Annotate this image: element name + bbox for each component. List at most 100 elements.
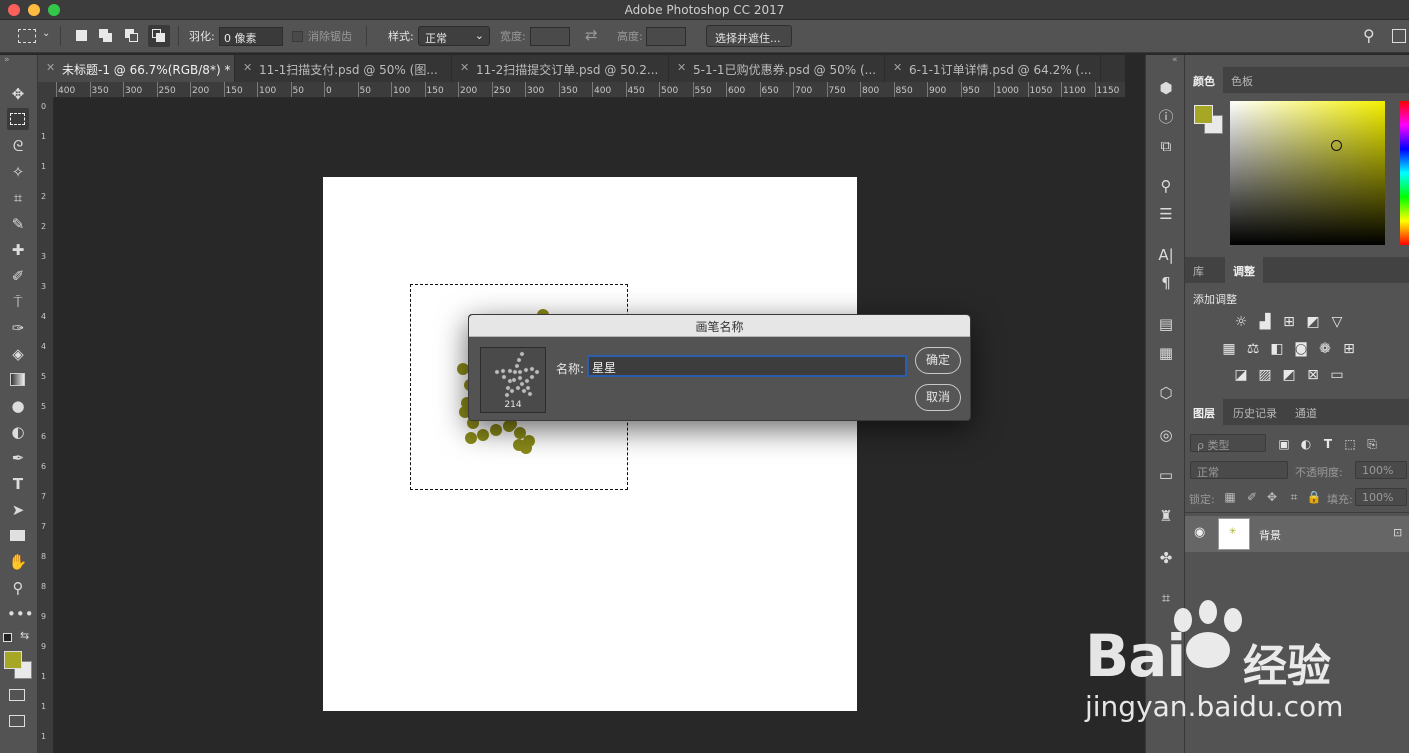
gradient-map-icon[interactable]: ⊠ (1304, 366, 1322, 384)
brightness-icon[interactable]: ☼ (1232, 313, 1250, 331)
filter-smart-icon[interactable]: ⎘ (1363, 435, 1381, 453)
tab-history[interactable]: 历史记录 (1225, 399, 1285, 425)
notes-icon[interactable]: ▦ (1154, 342, 1178, 364)
eraser-icon[interactable]: ◈ (7, 343, 29, 365)
vibrance-icon[interactable]: ▽ (1328, 313, 1346, 331)
filter-shape-icon[interactable]: ⬚ (1341, 435, 1359, 453)
lock-paint-icon[interactable]: ✐ (1243, 488, 1261, 506)
zoom-tool-icon[interactable]: ⚲ (7, 577, 29, 599)
folder-icon[interactable]: ▭ (1154, 464, 1178, 486)
tab-layers[interactable]: 图层 (1185, 399, 1223, 425)
document-tab[interactable]: ✕ 未标题-1 @ 66.7%(RGB/8*) * (38, 55, 235, 82)
collapse-panels-icon[interactable]: « (1172, 55, 1178, 65)
select-and-mask-button[interactable]: 选择并遮住... (706, 25, 792, 47)
path-selection-icon[interactable]: ➤ (7, 499, 29, 521)
hand-tool-icon[interactable]: ✋ (7, 551, 29, 573)
filter-type-icon[interactable]: T (1319, 435, 1337, 453)
collapse-icon[interactable]: » (4, 55, 10, 65)
lasso-tool-icon[interactable]: ᘓ (7, 135, 29, 157)
stamp-icon[interactable]: ♜ (1154, 505, 1178, 527)
document-tab[interactable]: ✕ 6-1-1订单详情.psd @ 64.2% (... (885, 55, 1101, 82)
marquee-preset-icon[interactable] (18, 29, 36, 43)
vertical-ruler[interactable]: 0 1 1 2 2 3 3 4 4 5 5 6 6 7 7 8 8 9 9 1 1 1 (38, 98, 54, 753)
black-white-icon[interactable]: ◧ (1268, 340, 1286, 358)
color-picker-field[interactable] (1230, 101, 1385, 245)
close-tab-icon[interactable]: ✕ (893, 61, 902, 74)
close-tab-icon[interactable]: ✕ (460, 61, 469, 74)
clone-stamp-icon[interactable]: ⍑ (7, 291, 29, 313)
blend-mode-select[interactable]: 正常 (1190, 461, 1288, 479)
ok-button[interactable]: 确定 (915, 347, 961, 374)
info-icon[interactable]: ⓘ (1154, 106, 1178, 128)
color-lookup-icon[interactable]: ⊞ (1340, 340, 1358, 358)
move-tool-icon[interactable]: ✥ (7, 83, 29, 105)
lock-pixels-icon[interactable]: ▦ (1221, 488, 1239, 506)
tab-adjustments[interactable]: 调整 (1225, 257, 1263, 283)
healing-brush-icon[interactable]: ✚ (7, 239, 29, 261)
properties-icon[interactable]: ☰ (1154, 203, 1178, 225)
add-to-selection-icon[interactable] (98, 28, 114, 44)
height-input[interactable] (646, 27, 686, 46)
navigator-icon[interactable]: ⧉ (1154, 135, 1178, 157)
lock-position-icon[interactable]: ✥ (1263, 488, 1281, 506)
channels-icon[interactable]: ◎ (1154, 424, 1178, 446)
layer-row[interactable]: ◉ ✳ 背景 ⊡ (1185, 516, 1409, 552)
history-icon[interactable]: ▤ (1154, 313, 1178, 335)
intersect-selection-icon[interactable] (148, 25, 170, 47)
cancel-button[interactable]: 取消 (915, 384, 961, 411)
posterize-icon[interactable]: ▨ (1256, 366, 1274, 384)
layer-filter-select[interactable]: ρ 类型 (1190, 434, 1266, 452)
puzzle-icon[interactable]: ✤ (1154, 547, 1178, 569)
selective-color-icon[interactable]: ▭ (1328, 366, 1346, 384)
blur-tool-icon[interactable]: ● (7, 395, 29, 417)
antialias-checkbox[interactable] (292, 31, 303, 42)
brush-tool-icon[interactable]: ✐ (7, 265, 29, 287)
crop-tool-icon[interactable]: ⌗ (7, 187, 29, 209)
style-select[interactable]: 正常 ⌄ (418, 26, 490, 46)
hue-saturation-icon[interactable]: ▦ (1220, 340, 1238, 358)
workspace-icon[interactable] (1392, 29, 1406, 43)
horizontal-ruler[interactable]: 400 350 300 250 200 150 100 50 0 50 100 150 200 250 30… (38, 82, 1125, 98)
type-tool-icon[interactable]: T (7, 473, 29, 495)
opacity-input[interactable]: 100% (1355, 461, 1407, 479)
dodge-tool-icon[interactable]: ◐ (7, 421, 29, 443)
tab-libraries[interactable]: 库 (1185, 257, 1212, 283)
lock-artboard-icon[interactable]: ⌗ (1285, 488, 1303, 506)
curves-icon[interactable]: ⊞ (1280, 313, 1298, 331)
3d-icon[interactable]: ⬢ (1154, 77, 1178, 99)
filter-image-icon[interactable]: ▣ (1275, 435, 1293, 453)
channel-mixer-icon[interactable]: ❁ (1316, 340, 1334, 358)
screen-mode-icon[interactable] (9, 715, 25, 727)
more-tools-icon[interactable]: ••• (7, 603, 34, 625)
threshold-icon[interactable]: ◩ (1280, 366, 1298, 384)
filter-adjust-icon[interactable]: ◐ (1297, 435, 1315, 453)
default-colors-icon[interactable] (3, 633, 12, 642)
feather-input[interactable]: 0 像素 (219, 27, 283, 46)
history-brush-icon[interactable]: ✑ (7, 317, 29, 339)
invert-icon[interactable]: ◪ (1232, 366, 1250, 384)
panel-foreground-swatch[interactable] (1194, 105, 1213, 124)
quick-mask-icon[interactable] (9, 689, 25, 701)
color-balance-icon[interactable]: ⚖ (1244, 340, 1262, 358)
swap-colors-icon[interactable]: ⇆ (20, 629, 29, 642)
paragraph-icon[interactable]: ¶ (1154, 272, 1178, 294)
pen-tool-icon[interactable]: ✒ (7, 447, 29, 469)
hue-slider[interactable] (1400, 101, 1409, 245)
magic-wand-icon[interactable]: ✧ (7, 161, 29, 183)
document-tab[interactable]: ✕ 11-1扫描支付.psd @ 50% (图... (235, 55, 452, 82)
foreground-color-swatch[interactable] (4, 651, 22, 669)
brush-name-input[interactable]: 星星 (587, 355, 907, 377)
brush-presets-icon[interactable]: ⚲ (1154, 175, 1178, 197)
new-selection-icon[interactable] (74, 28, 90, 44)
character-icon[interactable]: A| (1154, 244, 1178, 266)
exposure-icon[interactable]: ◩ (1304, 313, 1322, 331)
chevron-down-icon[interactable]: ⌄ (42, 28, 50, 39)
tab-color[interactable]: 颜色 (1185, 67, 1223, 93)
close-tab-icon[interactable]: ✕ (677, 61, 686, 74)
levels-icon[interactable]: ▟ (1256, 313, 1274, 331)
lock-all-icon[interactable]: 🔒 (1305, 488, 1323, 506)
document-canvas[interactable] (323, 177, 857, 711)
subtract-from-selection-icon[interactable] (124, 28, 140, 44)
document-tab[interactable]: ✕ 11-2扫描提交订单.psd @ 50.2... (452, 55, 669, 82)
width-input[interactable] (530, 27, 570, 46)
